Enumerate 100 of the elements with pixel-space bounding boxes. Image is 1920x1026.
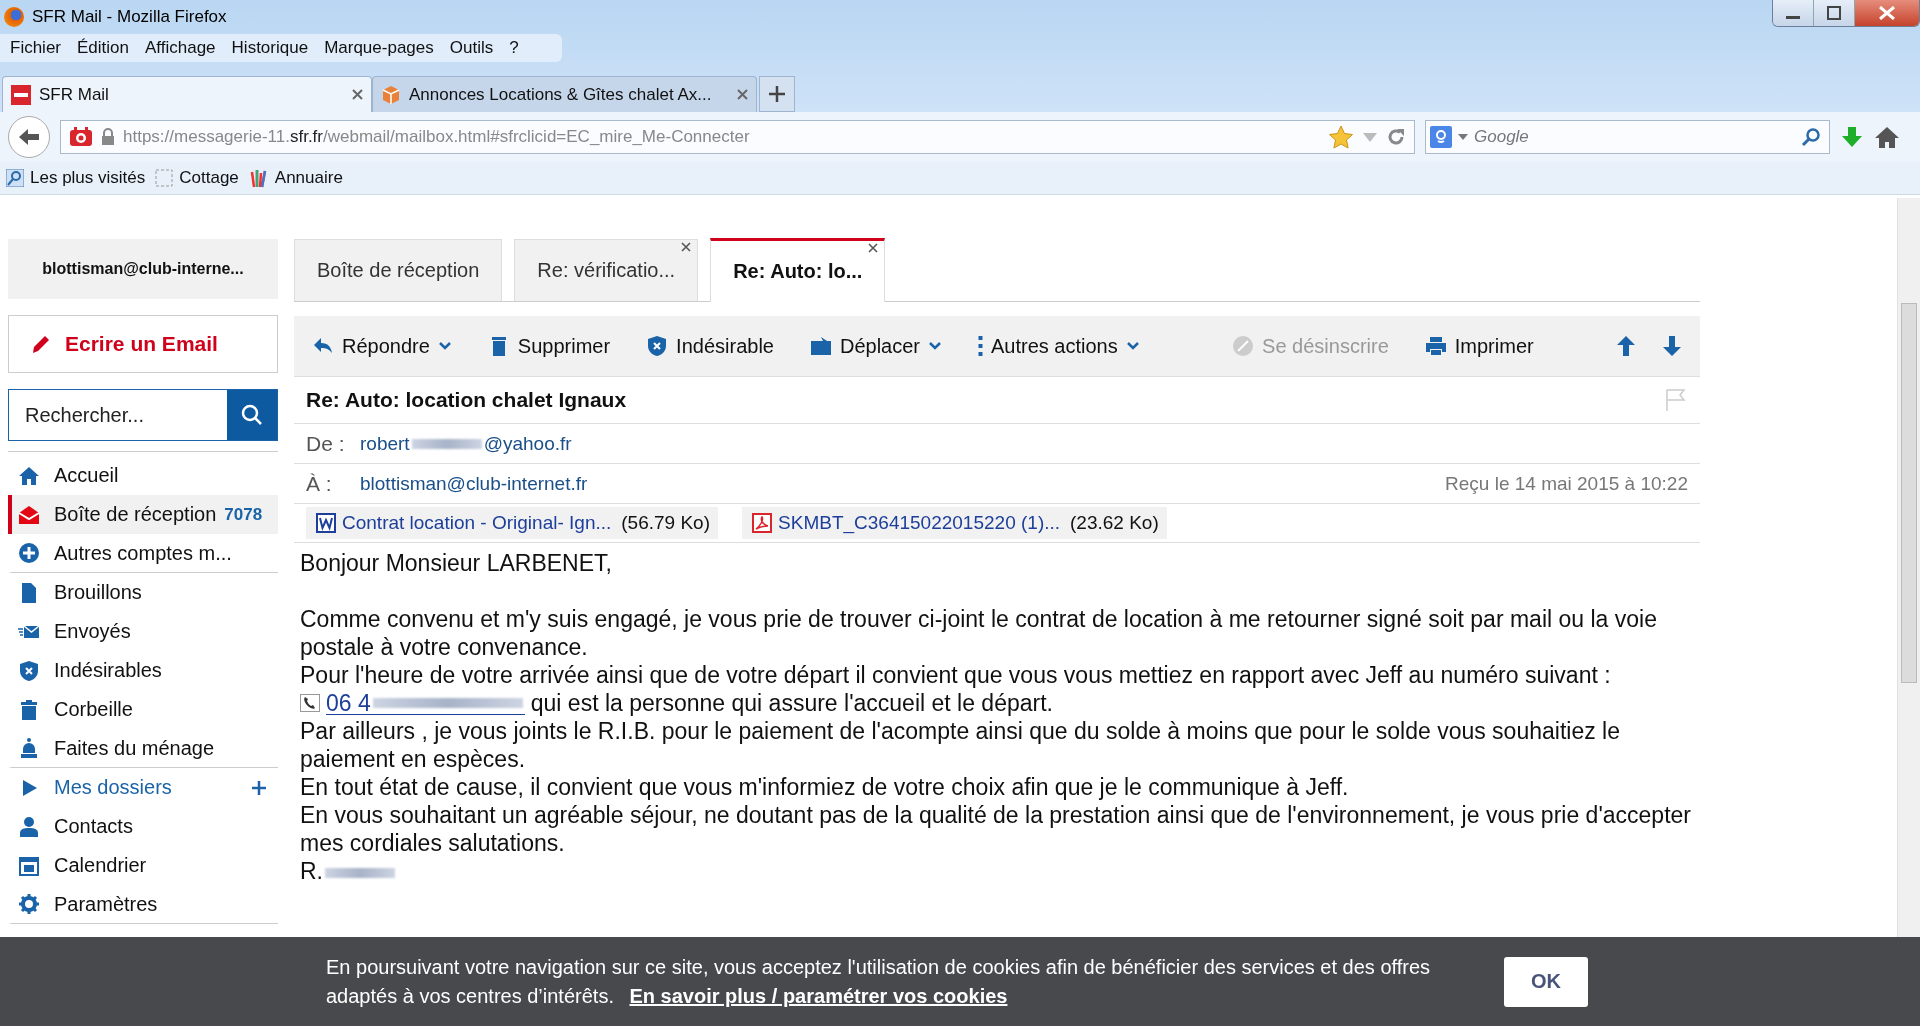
mail-tab[interactable]: Re: vérificatio... xyxy=(514,239,699,301)
sidebar-item[interactable]: Contacts xyxy=(8,807,278,846)
attachment[interactable]: Contrat location - Original- Ign... (56.79 Ko) xyxy=(306,507,719,539)
new-tab-button[interactable] xyxy=(759,76,795,112)
mail-tab[interactable]: Boîte de réception xyxy=(294,239,503,301)
sidebar-item[interactable]: Mes dossiers xyxy=(8,768,278,807)
body-paragraph: Par ailleurs , je vous joints le R.I.B. pour le paiement de l'acompte ainsi que du solde à moins que pour le solde vous souhaitiez le paiement en espèces. xyxy=(300,717,1621,773)
bookmark[interactable]: Annuaire xyxy=(248,168,343,188)
tab-label: SFR Mail xyxy=(39,84,110,105)
sidebar-item[interactable]: Corbeille xyxy=(8,690,278,729)
lock-icon xyxy=(101,128,115,146)
reload-icon[interactable] xyxy=(1386,127,1406,147)
received-date: Reçu le 14 mai 2015 à 10:22 xyxy=(1445,472,1688,495)
sidebar-item[interactable]: Boîte de réception 7078 xyxy=(8,495,278,534)
sidebar-item[interactable]: Envoyés xyxy=(8,612,278,651)
cookie-notice: En poursuivant votre navigation sur ce site, vous acceptez l'utilisation de cookies afin de bénéficier des services et des offres adaptés à vos centres d’intérêts. En savoir plus / paramétrer vos cookies xyxy=(326,954,1432,1009)
plus-icon xyxy=(769,86,785,102)
sidebar-item[interactable]: Indésirables xyxy=(8,651,278,690)
ok-button[interactable]: OK xyxy=(1504,956,1588,1007)
toolbar-button[interactable]: Autres actions xyxy=(978,334,1140,358)
word-document-icon xyxy=(316,513,336,533)
bell-icon xyxy=(18,737,40,759)
chevron-icon xyxy=(928,341,942,351)
url-text: https://messagerie-11.sfr.fr/webmail/mailbox.html#sfrclicid=EC_mire_Me-Connecter xyxy=(123,127,750,147)
toolbar-button[interactable]: Indésirable xyxy=(646,334,774,358)
sidebar-item[interactable]: Faites du ménage xyxy=(8,729,278,768)
sfr-logo-icon xyxy=(11,84,31,105)
minimize-button[interactable] xyxy=(1773,0,1814,26)
menu-item[interactable]: ? xyxy=(501,38,527,58)
menu-item[interactable]: Édition xyxy=(69,38,137,58)
sidebar-item[interactable]: Brouillons xyxy=(8,573,278,612)
back-button[interactable] xyxy=(8,116,50,158)
bookmark[interactable]: Les plus visités xyxy=(6,168,146,188)
toolbar-button[interactable]: Supprimer xyxy=(487,334,611,358)
address-bar[interactable]: https://messagerie-11.sfr.fr/webmail/mailbox.html#sfrclicid=EC_mire_Me-Connecter xyxy=(60,120,1415,154)
shield-icon xyxy=(646,335,669,357)
menu-item[interactable]: Historique xyxy=(223,38,317,58)
file-size: (23.62 Ko) xyxy=(1070,512,1159,534)
more-icon xyxy=(978,335,983,357)
folder-icon xyxy=(155,169,174,187)
phone-link[interactable]: 06 4 xyxy=(326,691,525,715)
arrow-up-icon xyxy=(1616,335,1636,357)
sidebar-item[interactable]: Paramètres xyxy=(8,885,278,924)
previous-button[interactable] xyxy=(1616,335,1636,357)
sidebar-item[interactable]: Autres comptes m... xyxy=(8,534,278,573)
redaction-mark xyxy=(325,867,395,878)
sidebar-item[interactable]: Accueil xyxy=(8,456,278,495)
scrollbar[interactable] xyxy=(1897,198,1920,937)
search-button[interactable] xyxy=(227,390,277,440)
gear-icon xyxy=(18,893,40,915)
back-arrow-icon[interactable] xyxy=(17,127,41,147)
greeting-text: Bonjour Monsieur LARBENET, xyxy=(300,549,613,577)
body-text: qui est la personne qui assure l'accueil et le départ. xyxy=(530,689,1053,717)
browser-tab[interactable]: Annonces Locations & Gîtes chalet Ax... xyxy=(372,76,757,112)
caret-icon[interactable] xyxy=(1458,133,1468,141)
toolbar-button[interactable]: Déplacer xyxy=(809,334,942,358)
close-button[interactable] xyxy=(1855,0,1919,26)
menu-item[interactable]: Fichier xyxy=(2,38,69,58)
chevron-icon xyxy=(437,341,452,351)
next-button[interactable] xyxy=(1662,335,1682,357)
file-size: (56.79 Ko) xyxy=(621,512,711,534)
search-field[interactable]: Rechercher... xyxy=(8,389,278,441)
search-icon[interactable] xyxy=(240,403,264,427)
recipient-address[interactable]: blottisman@club-internet.fr xyxy=(360,472,588,495)
attachment[interactable]: SKMBT_C36415022015220 (1)... (23.62 Ko) xyxy=(742,507,1167,539)
toolbar-button[interactable]: Imprimer xyxy=(1424,334,1534,358)
menu-item[interactable]: Affichage xyxy=(137,38,224,58)
add-icon xyxy=(250,778,268,797)
search-field[interactable]: Google xyxy=(1425,120,1830,154)
account-name[interactable]: blottisman@club-interne... xyxy=(8,239,278,299)
sidebar-item[interactable]: Calendrier xyxy=(8,846,278,885)
message-subject: Re: Auto: location chalet Ignaux xyxy=(306,388,627,412)
search-page-icon xyxy=(6,169,24,187)
close-icon[interactable] xyxy=(868,243,879,253)
menu-item[interactable]: Marque-pages xyxy=(316,38,442,58)
toolbar-button[interactable]: Répondre xyxy=(312,334,452,358)
star-icon[interactable] xyxy=(1328,125,1354,149)
google-icon[interactable] xyxy=(1430,126,1452,148)
download-icon[interactable] xyxy=(1840,125,1864,149)
person-icon xyxy=(18,815,40,838)
sender-address[interactable]: robert @yahoo.fr xyxy=(360,432,572,455)
home-icon xyxy=(18,464,40,487)
home-icon[interactable] xyxy=(1874,125,1900,149)
restore-button[interactable] xyxy=(1814,0,1855,26)
window-title: SFR Mail - Mozilla Firefox xyxy=(32,7,227,27)
close-icon[interactable] xyxy=(737,89,748,100)
shield-icon xyxy=(18,659,40,682)
mail-tab[interactable]: Re: Auto: lo... xyxy=(710,238,886,302)
search-icon[interactable] xyxy=(1801,127,1821,147)
chevron-icon xyxy=(1125,341,1140,351)
add-icon xyxy=(18,542,40,564)
close-icon[interactable] xyxy=(681,242,692,252)
unread-count: 7078 xyxy=(224,504,263,525)
browser-tab[interactable]: SFR Mail xyxy=(2,76,372,112)
bookmark[interactable]: Cottage xyxy=(155,168,239,188)
site-identity-icon[interactable] xyxy=(69,127,93,147)
compose-button[interactable]: Ecrire un Email xyxy=(8,315,278,373)
cookie-settings-link[interactable]: En savoir plus / paramétrer vos cookies xyxy=(629,984,1008,1007)
menu-item[interactable]: Outils xyxy=(441,38,502,58)
close-icon[interactable] xyxy=(352,89,363,100)
